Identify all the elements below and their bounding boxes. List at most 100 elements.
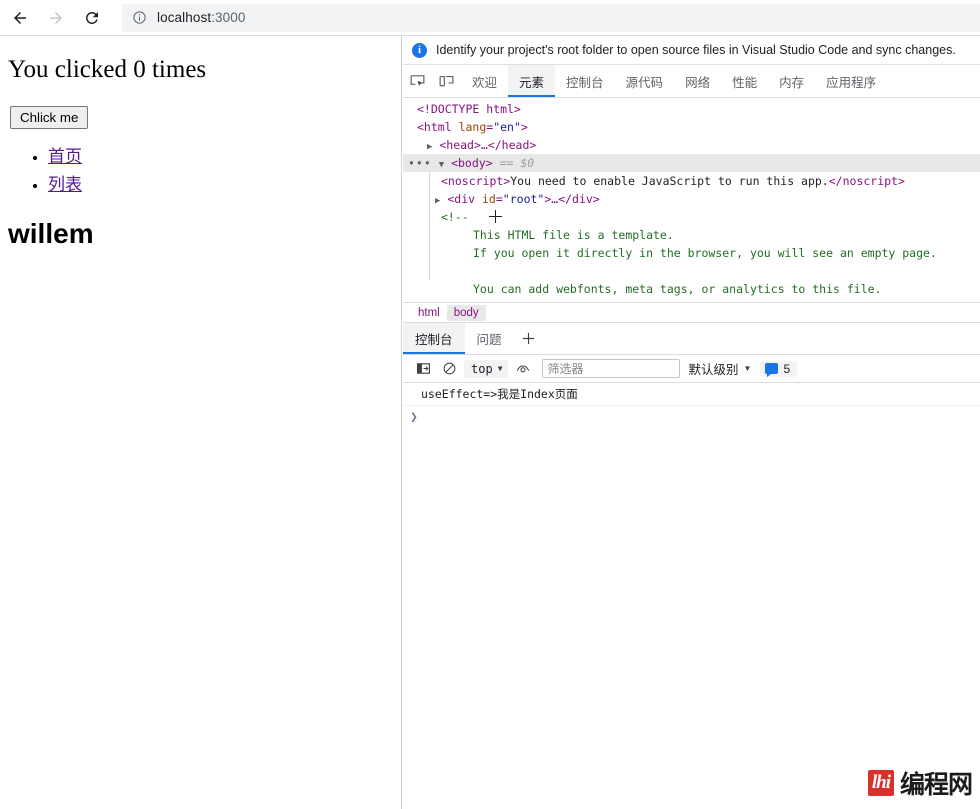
tab-label: 欢迎	[472, 75, 498, 90]
add-drawer-tab-button[interactable]	[514, 323, 544, 354]
div-attr-name: id	[482, 192, 496, 206]
breadcrumb-item-body[interactable]: body	[446, 304, 486, 321]
back-button[interactable]	[4, 2, 36, 34]
expand-triangle-icon[interactable]: ▶	[427, 142, 432, 152]
breadcrumb: html body	[403, 302, 980, 323]
devtools-tabbar: 欢迎 元素 控制台 源代码 网络 性能 内存 应用程序	[403, 65, 980, 98]
html-close-bracket: >	[520, 120, 528, 134]
inspect-element-button[interactable]	[403, 65, 432, 97]
log-level-label: 默认级别	[688, 363, 739, 377]
list-item: 列表	[48, 173, 401, 199]
execution-context-select[interactable]: top ▼	[464, 359, 508, 378]
doctype-text: <!DOCTYPE html>	[417, 102, 521, 116]
console-sidebar-toggle-button[interactable]	[410, 356, 436, 382]
expand-triangle-icon[interactable]: ▶	[435, 196, 440, 206]
console-output[interactable]: useEffect=>我是Index页面 ❯	[403, 383, 980, 809]
drawer-tab-console[interactable]: 控制台	[403, 323, 465, 354]
address-bar-text: localhost:3000	[157, 10, 245, 25]
eye-icon	[516, 364, 529, 372]
tree-row-html[interactable]: <html lang="en">	[403, 118, 980, 136]
comment-open: <!--	[441, 210, 469, 224]
message-count: 5	[783, 361, 791, 376]
infobar-message: Identify your project's root folder to o…	[436, 43, 956, 57]
clear-console-button[interactable]	[436, 356, 462, 382]
reload-button[interactable]	[76, 2, 108, 34]
vscode-infobar: i Identify your project's root folder to…	[403, 36, 980, 65]
console-filter-input[interactable]	[541, 359, 680, 378]
elements-tree[interactable]: <!DOCTYPE html> <html lang="en"> ▶ <head…	[403, 98, 980, 302]
info-icon: i	[412, 42, 427, 58]
click-me-button[interactable]: Chlick me	[10, 106, 89, 129]
page-viewport: You clicked 0 times Chlick me 首页 列表 will…	[0, 36, 402, 809]
tab-label: 性能	[732, 75, 758, 90]
div-tag: <div	[447, 192, 476, 206]
address-port: :3000	[211, 10, 246, 25]
tab-application[interactable]: 应用程序	[815, 65, 887, 97]
console-input-prompt[interactable]: ❯	[403, 406, 980, 425]
tab-welcome[interactable]: 欢迎	[461, 65, 508, 97]
comment-line: The build step will place the bundled sc…	[473, 300, 930, 302]
message-bubble-icon	[765, 363, 779, 377]
drawer-tab-issues[interactable]: 问题	[465, 323, 514, 354]
console-message: useEffect=>我是Index页面	[403, 383, 980, 406]
nav-link-home[interactable]: 首页	[48, 147, 82, 167]
noscript-open-tag: <noscript>	[441, 174, 511, 188]
nav-link-list[interactable]: 列表	[48, 175, 82, 195]
div-attr-value: "root"	[502, 192, 545, 206]
tab-label: 应用程序	[826, 75, 877, 90]
tab-elements[interactable]: 元素	[508, 65, 556, 97]
tab-label: 元素	[519, 75, 545, 90]
selected-node-marker: == $0	[499, 156, 535, 170]
address-bar[interactable]: localhost:3000	[122, 3, 980, 32]
comment-line: This HTML file is a template.	[473, 228, 674, 242]
page-nav-list: 首页 列表	[0, 145, 401, 198]
more-options-icon[interactable]: •••	[403, 156, 432, 170]
reload-icon	[85, 11, 98, 24]
tab-memory[interactable]: 内存	[768, 65, 815, 97]
tree-row-comment-line: If you open it directly in the browser, …	[403, 244, 980, 262]
tab-sources[interactable]: 源代码	[615, 65, 675, 97]
chevron-down-icon: ▼	[497, 364, 503, 373]
forward-button[interactable]	[40, 2, 72, 34]
device-toolbar-button[interactable]	[432, 65, 461, 97]
html-tag: <html	[417, 120, 452, 134]
drawer-tab-label: 控制台	[415, 333, 453, 347]
div-rest: >…</div>	[544, 192, 600, 206]
chevron-down-icon: ▼	[743, 364, 752, 373]
forward-arrow-icon	[50, 11, 62, 24]
tab-console[interactable]: 控制台	[555, 65, 615, 97]
execution-context-value: top	[471, 361, 493, 376]
tab-network[interactable]: 网络	[674, 65, 721, 97]
live-expression-button[interactable]	[510, 356, 536, 382]
breadcrumb-item-html[interactable]: html	[411, 305, 447, 321]
tree-row-comment-open[interactable]: <!--	[403, 208, 980, 226]
console-toolbar: top ▼ 默认级别 ▼ 5	[403, 355, 980, 383]
browser-toolbar: localhost:3000	[0, 0, 980, 36]
clear-console-icon	[443, 362, 455, 375]
collapse-triangle-icon[interactable]: ▼	[439, 160, 444, 170]
page-click-counter-heading: You clicked 0 times	[8, 56, 207, 83]
console-log-level-select[interactable]: 默认级别 ▼	[689, 359, 752, 378]
back-arrow-icon	[14, 11, 26, 24]
device-toolbar-icon	[439, 75, 454, 86]
prompt-caret-icon: ❯	[410, 410, 418, 425]
tree-row-comment-blank	[403, 262, 980, 280]
tree-row-comment-line: This HTML file is a template.	[403, 226, 980, 244]
tree-row-noscript[interactable]: <noscript>You need to enable JavaScript …	[403, 172, 980, 190]
address-host: localhost	[157, 10, 212, 25]
comment-line: You can add webfonts, meta tags, or anal…	[473, 282, 882, 296]
tree-row-head[interactable]: ▶ <head>…</head>	[403, 136, 980, 154]
tab-label: 网络	[685, 75, 711, 90]
page-title: willem	[8, 218, 94, 249]
drawer-tabbar: 控制台 问题	[403, 323, 980, 355]
tree-row-root-div[interactable]: ▶ <div id="root">…</div>	[403, 190, 980, 208]
list-item: 首页	[48, 145, 401, 171]
console-message-count-badge[interactable]: 5	[760, 360, 798, 377]
tree-row-body[interactable]: ••• ▼ <body> == $0	[403, 154, 980, 172]
html-attr-value: "en"	[493, 120, 521, 134]
tab-performance[interactable]: 性能	[721, 65, 768, 97]
tree-row-doctype[interactable]: <!DOCTYPE html>	[403, 100, 980, 118]
drawer-tab-label: 问题	[476, 333, 502, 347]
site-info-icon[interactable]	[132, 10, 147, 25]
comment-line: If you open it directly in the browser, …	[473, 246, 937, 260]
